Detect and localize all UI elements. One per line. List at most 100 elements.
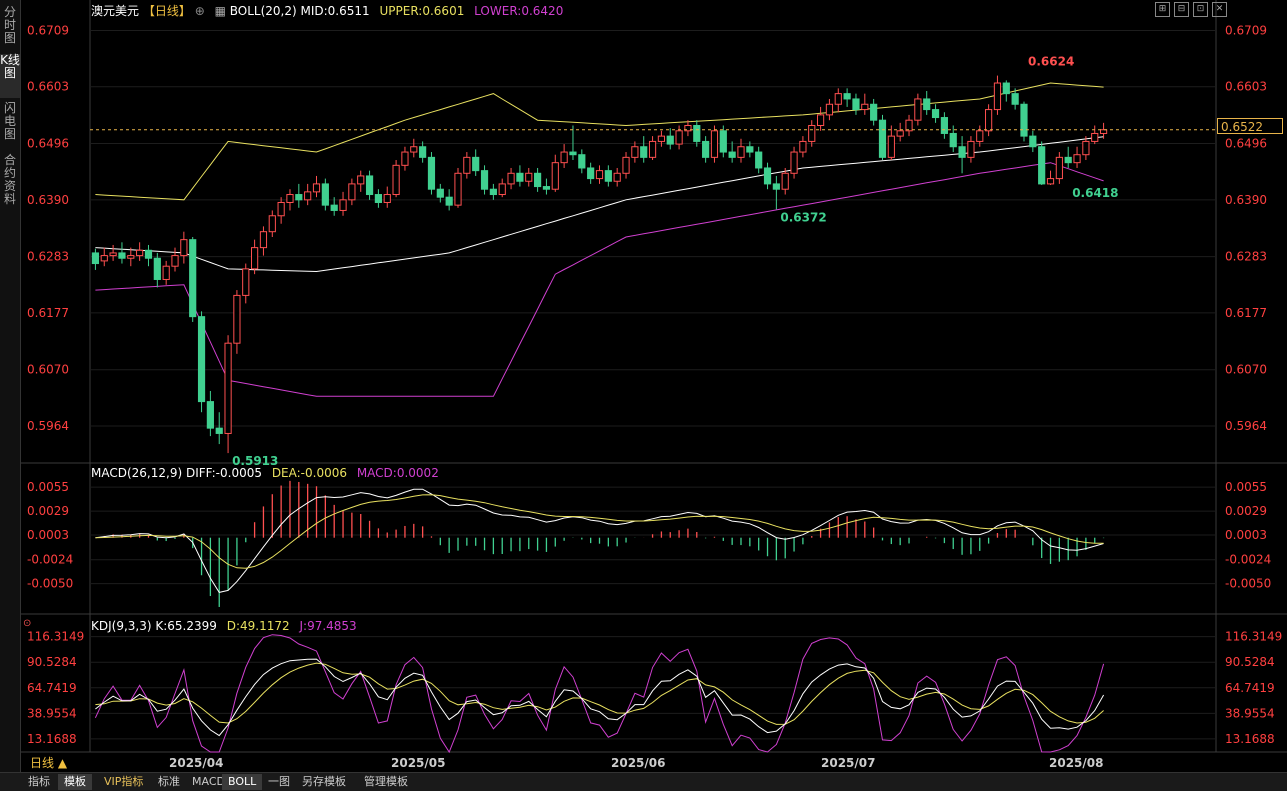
candle-body <box>967 140 975 158</box>
candle-body <box>666 135 674 145</box>
bottom-tab-0[interactable]: 指标 <box>22 774 56 790</box>
candle-body <box>710 130 719 158</box>
candle-body <box>357 175 365 185</box>
candle-body <box>392 164 400 196</box>
candle-body <box>277 201 285 217</box>
candle-body <box>578 154 586 169</box>
macd-tick-right-1: 0.0029 <box>1225 504 1267 518</box>
close-icon[interactable]: ✕ <box>1212 2 1227 17</box>
candle-body <box>746 146 754 153</box>
chart-area[interactable]: 0.6709 0.6709 0.6603 0.6603 0.6496 0.6496 0.63… <box>21 0 1287 772</box>
candle-body <box>321 183 329 206</box>
candle-body <box>251 247 259 270</box>
date-label-3: 2025/07 <box>821 756 875 770</box>
period-label: 【日线】 <box>142 4 191 18</box>
candle-body <box>171 255 179 267</box>
candle-body <box>534 172 542 188</box>
candle-body <box>419 146 427 158</box>
boll-mid-value: MID:0.6511 <box>300 4 370 18</box>
bottom-tab-2[interactable]: VIP指标 <box>98 774 149 790</box>
candle-body <box>790 151 798 174</box>
minimize-icon[interactable]: ⊟ <box>1174 2 1189 17</box>
candle-body <box>843 93 851 100</box>
annotation-high: 0.6624 <box>1028 55 1074 69</box>
price-tick-right-1: 0.6603 <box>1225 80 1267 94</box>
candle-body <box>365 175 374 196</box>
candle-body <box>215 427 223 434</box>
bottom-tab-8[interactable]: 管理模板 <box>358 774 414 790</box>
price-tick-right-2: 0.6496 <box>1225 137 1267 151</box>
bottom-tab-3[interactable]: 标准 <box>152 774 186 790</box>
candle-body <box>436 188 444 198</box>
bottom-tab-bar: 指标 模板 VIP指标 标准 MACD BOLL 一图 另存模板 管理模板 <box>0 772 1287 791</box>
kdj-d: D:49.1172 <box>226 619 290 633</box>
candle-body <box>640 146 648 158</box>
date-label-1: 2025/05 <box>391 756 445 770</box>
bottom-tab-5[interactable]: BOLL <box>222 774 263 790</box>
sidebar-item-timeshare[interactable]: 分时图 <box>0 6 20 48</box>
candle-body <box>463 156 471 174</box>
price-tick-left-4: 0.6283 <box>27 250 69 264</box>
candle-body <box>136 249 144 257</box>
candle-body <box>834 93 842 105</box>
maximize-icon[interactable]: ⊡ <box>1193 2 1208 17</box>
candle-body <box>1091 132 1099 142</box>
kline-chart[interactable]: 0.6709 0.6709 0.6603 0.6603 0.6496 0.6496 0.63… <box>21 0 1287 772</box>
candle-body <box>675 130 683 145</box>
candle-body <box>923 98 931 111</box>
current-price-box: 0.6522 <box>1217 118 1283 134</box>
candle-body <box>1038 146 1046 185</box>
candle-body <box>613 172 621 182</box>
candle-body <box>295 194 303 201</box>
candle-body <box>339 199 347 211</box>
indicator-icon[interactable]: ▦ <box>215 4 226 18</box>
candle-body <box>604 170 612 182</box>
candle-body <box>197 316 206 403</box>
candle-body <box>870 103 878 121</box>
kdj-j-line <box>94 634 1105 754</box>
main-header: 澳元美元 【日线】 ⊕ ▦ BOLL(20,2) MID:0.6511 UPPE… <box>91 2 563 19</box>
sidebar-item-flash[interactable]: 闪电图 <box>0 102 20 146</box>
candle-body <box>693 125 701 142</box>
candle-body <box>525 172 533 182</box>
macd-tick-left-2: 0.0003 <box>27 528 69 542</box>
price-tick-left-3: 0.6390 <box>27 193 69 207</box>
candle-body <box>940 117 948 134</box>
bottom-tab-1[interactable]: 模板 <box>58 774 92 790</box>
kdj-tick-right-4: 13.1688 <box>1225 732 1275 746</box>
candle-body <box>772 183 780 190</box>
period-selector-button[interactable]: 日线 ▲ <box>30 754 67 771</box>
candle-body <box>109 252 117 257</box>
sidebar-item-contract-info[interactable]: 合约资料 <box>0 154 20 212</box>
price-tick-right-7: 0.5964 <box>1225 419 1267 433</box>
bottom-tab-7[interactable]: 另存模板 <box>296 774 352 790</box>
sidebar-item-kline[interactable]: K线图 <box>0 54 20 98</box>
kdj-tick-left-4: 13.1688 <box>27 732 77 746</box>
candle-body <box>330 204 338 211</box>
candle-body <box>542 186 551 190</box>
candle-body <box>816 114 825 126</box>
kdj-tick-right-2: 64.7419 <box>1225 681 1275 695</box>
macd-tick-left-3: -0.0024 <box>27 553 73 567</box>
layout-grid-icon[interactable]: ⊞ <box>1155 2 1170 17</box>
annotation-recent-low: 0.6418 <box>1072 186 1118 200</box>
candle-body <box>878 119 887 158</box>
candle-body <box>852 98 860 111</box>
macd-tick-right-0: 0.0055 <box>1225 480 1267 494</box>
price-tick-left-1: 0.6603 <box>27 80 69 94</box>
settings-icon[interactable]: ⊕ <box>195 4 205 18</box>
kdj-settings-icon[interactable]: ⊙ <box>23 618 31 629</box>
candle-body <box>1082 140 1090 156</box>
candle-body <box>118 252 126 259</box>
candle-body <box>259 231 268 249</box>
macd-dea: DEA:-0.0006 <box>271 466 347 480</box>
candle-body <box>914 98 922 121</box>
bottom-tab-6[interactable]: 一图 <box>262 774 296 790</box>
kdj-tick-right-3: 38.9554 <box>1225 706 1275 720</box>
candle-body <box>737 146 745 158</box>
candle-body <box>1002 82 1010 95</box>
boll-upper-value: UPPER:0.6601 <box>379 4 465 18</box>
candle-body <box>374 194 383 203</box>
candle-body <box>348 183 356 201</box>
kdj-tick-left-0: 116.3149 <box>27 630 84 644</box>
